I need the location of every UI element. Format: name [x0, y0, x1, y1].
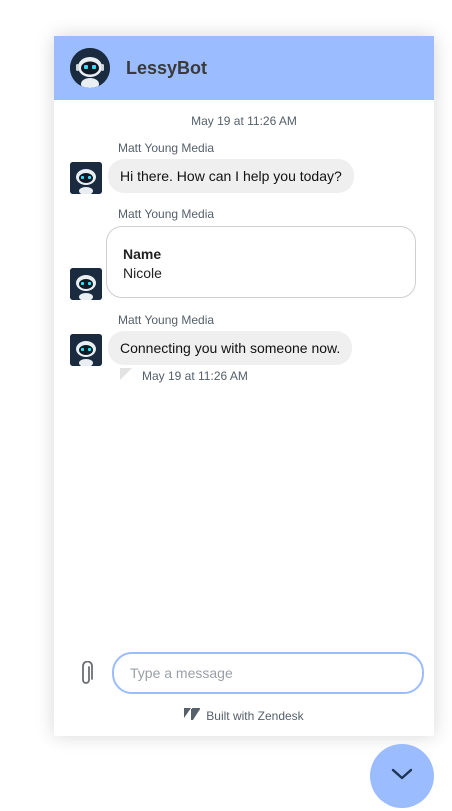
form-field-value: Nicole — [123, 265, 162, 281]
chat-header: LessyBot — [54, 36, 434, 100]
message-sender: Matt Young Media — [118, 313, 215, 327]
robot-avatar-icon — [70, 162, 102, 194]
message-input[interactable] — [112, 652, 424, 694]
header-title: LessyBot — [126, 57, 208, 78]
robot-avatar-icon — [70, 48, 110, 88]
robot-avatar-icon — [70, 268, 102, 300]
page: LessyBot May 19 at 11:26 AM Matt Young M… — [0, 0, 452, 811]
form-response-card: Name Nicole — [106, 226, 416, 298]
built-with-footer[interactable]: Built with Zendesk — [54, 708, 434, 723]
paperclip-icon[interactable] — [74, 660, 98, 688]
built-with-label: Built with Zendesk — [206, 708, 304, 723]
message-sender: Matt Young Media — [118, 141, 215, 155]
message-sender: Matt Young Media — [118, 207, 215, 221]
message-tail-icon — [120, 368, 132, 380]
message-timestamp: May 19 at 11:26 AM — [142, 369, 248, 383]
message-bubble: Hi there. How can I help you today? — [108, 159, 354, 193]
conversation-timestamp: May 19 at 11:26 AM — [191, 114, 297, 128]
chat-launcher-button[interactable] — [370, 744, 434, 808]
message-bubble: Connecting you with someone now. — [108, 331, 353, 365]
chevron-down-icon — [391, 767, 413, 786]
zendesk-logo-icon — [184, 708, 201, 723]
chat-widget: LessyBot May 19 at 11:26 AM Matt Young M… — [54, 36, 434, 736]
form-field-label: Name — [123, 246, 162, 262]
message-composer — [54, 652, 434, 696]
robot-avatar-icon — [70, 334, 102, 366]
